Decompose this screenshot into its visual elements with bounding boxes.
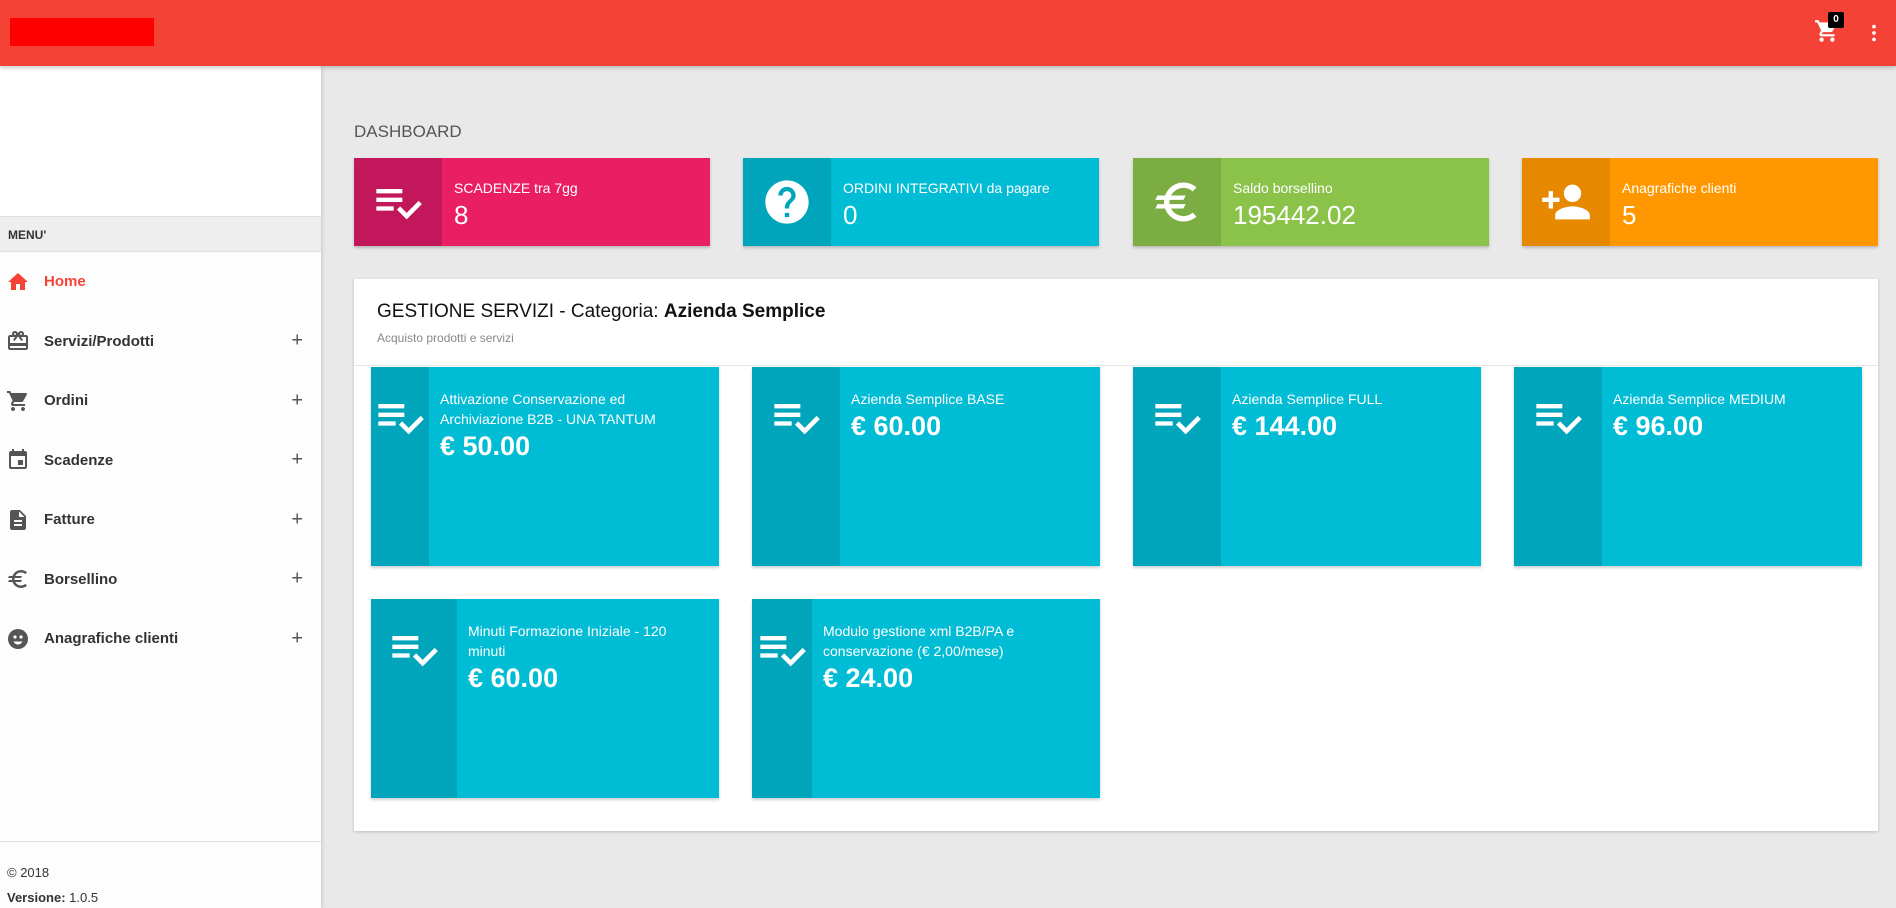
services-category: Azienda Semplice	[663, 301, 826, 322]
cart-button[interactable]: 0	[1812, 12, 1844, 46]
sidebar-item-label: Servizi/Prodotti	[44, 332, 155, 350]
person-add-icon	[1522, 158, 1610, 246]
stat-label: Anagrafiche clienti	[1622, 180, 1737, 196]
user-area	[0, 66, 321, 216]
services-header: GESTIONE SERVIZI - Categoria: Azienda Se…	[354, 279, 1878, 366]
playlist-check-icon	[371, 599, 457, 798]
service-name: Attivazione Conservazione ed Archiviazio…	[440, 391, 656, 427]
service-price: € 60.00	[468, 663, 559, 693]
version-label: Versione:	[7, 890, 66, 905]
playlist-check-icon	[752, 367, 840, 566]
euro-icon	[6, 567, 30, 591]
more-vert-icon	[1872, 24, 1876, 42]
logo[interactable]	[10, 18, 154, 46]
cart-count-badge: 0	[1828, 12, 1844, 28]
expand-plus-icon[interactable]: +	[291, 449, 303, 472]
stat-label: SCADENZE tra 7gg	[454, 180, 578, 196]
services-card: GESTIONE SERVIZI - Categoria: Azienda Se…	[354, 279, 1878, 831]
service-price: € 144.00	[1232, 411, 1338, 441]
playlist-check-icon	[354, 158, 442, 246]
face-icon	[6, 627, 30, 651]
sidebar-item-borsellino[interactable]: Borsellino +	[0, 550, 321, 610]
service-name: Modulo gestione xml B2B/PA e conservazio…	[823, 623, 1015, 659]
stat-saldo-borsellino[interactable]: Saldo borsellino 195442.02	[1133, 158, 1489, 246]
version-line: Versione: 1.0.5	[7, 885, 321, 908]
service-tile[interactable]: Azienda Semplice BASE € 60.00	[752, 367, 1100, 566]
copyright: © 2018	[7, 865, 50, 880]
sidebar-item-label: Fatture	[44, 511, 95, 529]
gift-card-icon	[6, 329, 30, 353]
service-tile[interactable]: Attivazione Conservazione ed Archiviazio…	[371, 367, 719, 566]
stat-label: ORDINI INTEGRATIVI da pagare	[843, 180, 1050, 196]
playlist-check-icon	[1133, 367, 1221, 566]
sidebar-item-anagrafiche-clienti[interactable]: Anagrafiche clienti +	[0, 609, 321, 669]
stat-ordini-integrativi[interactable]: ORDINI INTEGRATIVI da pagare 0	[743, 158, 1099, 246]
sidebar-item-label: Anagrafiche clienti	[44, 630, 179, 648]
stat-value: 0	[843, 200, 858, 230]
menu-header: MENU'	[0, 216, 321, 252]
services-title-prefix: GESTIONE SERVIZI - Categoria:	[377, 301, 664, 322]
cart-icon	[6, 389, 30, 413]
calendar-icon	[6, 448, 30, 472]
expand-plus-icon[interactable]: +	[291, 330, 303, 353]
stat-label: Saldo borsellino	[1233, 180, 1333, 196]
sidebar-footer: © 2018 Versione: 1.0.5	[0, 841, 321, 908]
sidebar-item-label: Borsellino	[44, 570, 118, 588]
top-app-bar: 0	[0, 0, 1896, 66]
stat-value: 5	[1622, 200, 1637, 230]
playlist-check-icon	[371, 367, 429, 566]
stat-scadenze[interactable]: SCADENZE tra 7gg 8	[354, 158, 710, 246]
service-price: € 96.00	[1613, 411, 1704, 441]
playlist-check-icon	[752, 599, 812, 798]
euro-icon	[1133, 158, 1221, 246]
stat-anagrafiche-clienti[interactable]: Anagrafiche clienti 5	[1522, 158, 1878, 246]
help-circle-icon	[743, 158, 831, 246]
sidebar-item-scadenze[interactable]: Scadenze +	[0, 431, 321, 491]
menu-list: Home Servizi/Prodotti + Ordini + Scadenz…	[0, 252, 321, 669]
document-icon	[6, 508, 30, 532]
expand-plus-icon[interactable]: +	[291, 508, 303, 531]
expand-plus-icon[interactable]: +	[291, 568, 303, 591]
service-tile[interactable]: Minuti Formazione Iniziale - 120 minuti …	[371, 599, 719, 798]
sidebar-item-servizi-prodotti[interactable]: Servizi/Prodotti +	[0, 312, 321, 372]
version-value: 1.0.5	[69, 890, 99, 905]
service-name: Azienda Semplice MEDIUM	[1613, 391, 1786, 407]
stat-value: 8	[454, 200, 469, 230]
page-title: DASHBOARD	[354, 122, 462, 141]
sidebar-item-label: Scadenze	[44, 451, 114, 469]
service-price: € 24.00	[823, 663, 914, 693]
service-name: Azienda Semplice BASE	[851, 391, 1005, 407]
expand-plus-icon[interactable]: +	[291, 627, 303, 650]
service-tile[interactable]: Azienda Semplice FULL € 144.00	[1133, 367, 1481, 566]
services-title: GESTIONE SERVIZI - Categoria: Azienda Se…	[377, 301, 1878, 323]
playlist-check-icon	[1514, 367, 1602, 566]
service-tile[interactable]: Azienda Semplice MEDIUM € 96.00	[1514, 367, 1862, 566]
sidebar-item-label: Home	[44, 273, 86, 291]
service-price: € 60.00	[851, 411, 942, 441]
services-subtitle: Acquisto prodotti e servizi	[377, 331, 514, 345]
service-tile[interactable]: Modulo gestione xml B2B/PA e conservazio…	[752, 599, 1100, 798]
expand-plus-icon[interactable]: +	[291, 389, 303, 412]
sidebar-item-label: Ordini	[44, 392, 89, 410]
home-icon	[6, 270, 30, 294]
sidebar-item-home[interactable]: Home	[0, 252, 321, 312]
sidebar-item-fatture[interactable]: Fatture +	[0, 490, 321, 550]
service-name: Azienda Semplice FULL	[1232, 391, 1383, 407]
more-options-button[interactable]	[1863, 18, 1885, 48]
stat-value: 195442.02	[1233, 200, 1356, 230]
sidebar-item-ordini[interactable]: Ordini +	[0, 371, 321, 431]
service-price: € 50.00	[440, 431, 531, 461]
sidebar: MENU' Home Servizi/Prodotti + Ordini + S…	[0, 66, 321, 908]
service-name: Minuti Formazione Iniziale - 120 minuti	[468, 623, 667, 659]
